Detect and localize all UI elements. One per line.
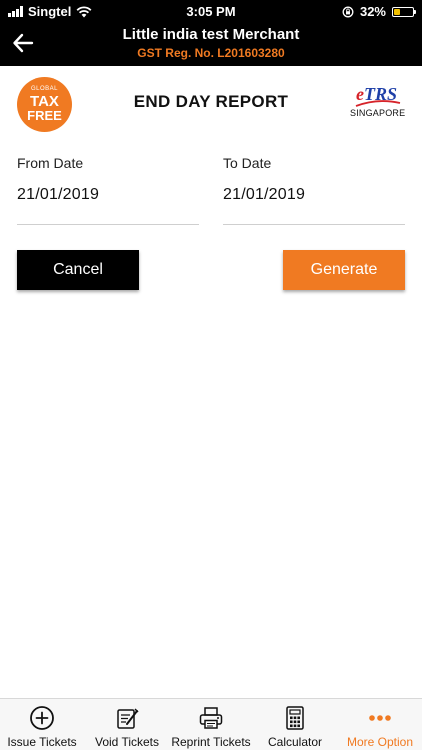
tab-issue-tickets[interactable]: Issue Tickets — [0, 699, 84, 751]
tab-void-tickets[interactable]: Void Tickets — [84, 699, 170, 751]
more-dots-icon — [369, 715, 391, 721]
from-date-underline — [17, 224, 199, 225]
calculator-icon — [286, 706, 304, 730]
plus-circle-icon — [30, 706, 54, 730]
etrs-country: SINGAPORE — [350, 108, 406, 118]
tab-label: Reprint Tickets — [171, 735, 251, 749]
tab-more-option[interactable]: More Option — [338, 699, 422, 751]
printer-icon — [199, 707, 223, 729]
orientation-lock-icon — [342, 6, 354, 17]
battery-percent: 32% — [359, 4, 386, 19]
void-ticket-icon — [117, 708, 139, 729]
to-date-field[interactable]: 21/01/2019 — [223, 186, 305, 204]
status-bar: Singtel 3:05 PM 32% — [0, 0, 422, 22]
merchant-name: Little india test Merchant — [122, 26, 300, 43]
tab-calculator[interactable]: Calculator — [252, 699, 338, 751]
tab-reprint-tickets[interactable]: Reprint Tickets — [170, 699, 252, 751]
tab-label: More Option — [346, 735, 414, 749]
battery-icon — [392, 6, 416, 17]
cancel-button[interactable]: Cancel — [17, 250, 139, 290]
to-date-underline — [223, 224, 405, 225]
to-date-label: To Date — [223, 155, 272, 171]
bottom-tab-bar: Issue Tickets Void Tickets Reprint Ticke… — [0, 698, 422, 750]
tab-label: Void Tickets — [94, 735, 160, 749]
tab-label: Issue Tickets — [7, 735, 77, 749]
generate-button[interactable]: Generate — [283, 250, 405, 290]
etrs-singapore-logo: eTRS SINGAPORE — [350, 84, 406, 122]
gst-reg-number: GST Reg. No. L201603280 — [137, 46, 285, 60]
etrs-swoosh-icon — [355, 100, 401, 107]
status-right: 32% — [342, 4, 416, 19]
from-date-field[interactable]: 21/01/2019 — [17, 186, 99, 204]
tab-label: Calculator — [267, 735, 323, 749]
from-date-label: From Date — [17, 155, 84, 171]
top-bar: Singtel 3:05 PM 32% Little india test Me… — [0, 0, 422, 66]
